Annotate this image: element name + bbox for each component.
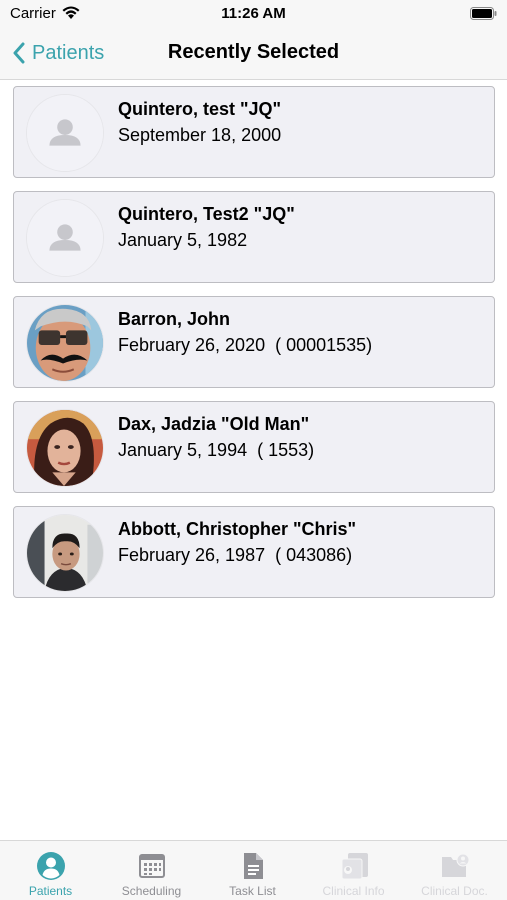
tab-label: Clinical Doc.	[421, 884, 488, 898]
patient-card[interactable]: Dax, Jadzia "Old Man" January 5, 1994 ( …	[13, 401, 495, 493]
placeholder-person-icon	[26, 94, 104, 172]
patient-dob: January 5, 1982	[118, 230, 248, 250]
patient-name: Barron, John	[118, 309, 231, 329]
tab-label: Patients	[28, 884, 73, 898]
patient-card[interactable]: Quintero, test "JQ" September 18, 2000	[13, 86, 495, 178]
tab-clinical-info[interactable]: Clinical Info	[303, 841, 404, 900]
tab-task-list[interactable]: Task List	[202, 841, 303, 900]
woman-dark-hair-photo	[26, 409, 104, 487]
folder-person-icon	[442, 853, 470, 877]
patient-dob-and-mrn: February 26, 2020 ( 00001535)	[118, 335, 373, 355]
patient-card[interactable]: Abbott, Christopher "Chris" February 26,…	[13, 506, 495, 598]
patient-dob-and-mrn: January 5, 1994 ( 1553)	[118, 440, 315, 460]
placeholder-person-icon	[26, 199, 104, 277]
person-circle-icon	[37, 852, 65, 880]
document-icon	[244, 853, 263, 879]
navigation-bar: Patients Recently Selected	[0, 28, 507, 80]
patient-name: Abbott, Christopher "Chris"	[118, 519, 357, 539]
tab-patients[interactable]: Patients	[0, 841, 101, 900]
page-title: Recently Selected	[167, 41, 340, 63]
status-time: 11:26 AM	[221, 5, 286, 22]
patient-card[interactable]: Quintero, Test2 "JQ" January 5, 1982	[13, 191, 495, 283]
patient-name: Quintero, test "JQ"	[118, 99, 282, 119]
tab-clinical-doc[interactable]: Clinical Doc.	[404, 841, 505, 900]
calendar-icon	[139, 854, 165, 878]
tab-label: Task List	[229, 884, 276, 898]
patient-card[interactable]: Barron, John February 26, 2020 ( 0000153…	[13, 296, 495, 388]
recent-patient-list: Quintero, test "JQ" September 18, 2000 Q…	[13, 86, 495, 611]
man-selfie-photo	[26, 514, 104, 592]
man-glasses-mustache-photo	[26, 304, 104, 382]
tab-label: Clinical Info	[322, 884, 385, 898]
patient-dob: September 18, 2000	[118, 125, 282, 145]
battery-icon	[470, 7, 497, 20]
tab-label: Scheduling	[121, 884, 182, 898]
clinical-info-icon	[341, 853, 368, 880]
app-screen: Carrier 11:26 AM Patients Recently Selec…	[0, 0, 507, 900]
tab-bar: Patients Scheduling Task List Clinical I…	[0, 840, 507, 900]
patient-dob-and-mrn: February 26, 1987 ( 043086)	[118, 545, 353, 565]
status-bar: Carrier 11:26 AM	[0, 0, 507, 28]
patient-name: Quintero, Test2 "JQ"	[118, 204, 295, 224]
patient-name: Dax, Jadzia "Old Man"	[118, 414, 310, 434]
tab-scheduling[interactable]: Scheduling	[101, 841, 202, 900]
